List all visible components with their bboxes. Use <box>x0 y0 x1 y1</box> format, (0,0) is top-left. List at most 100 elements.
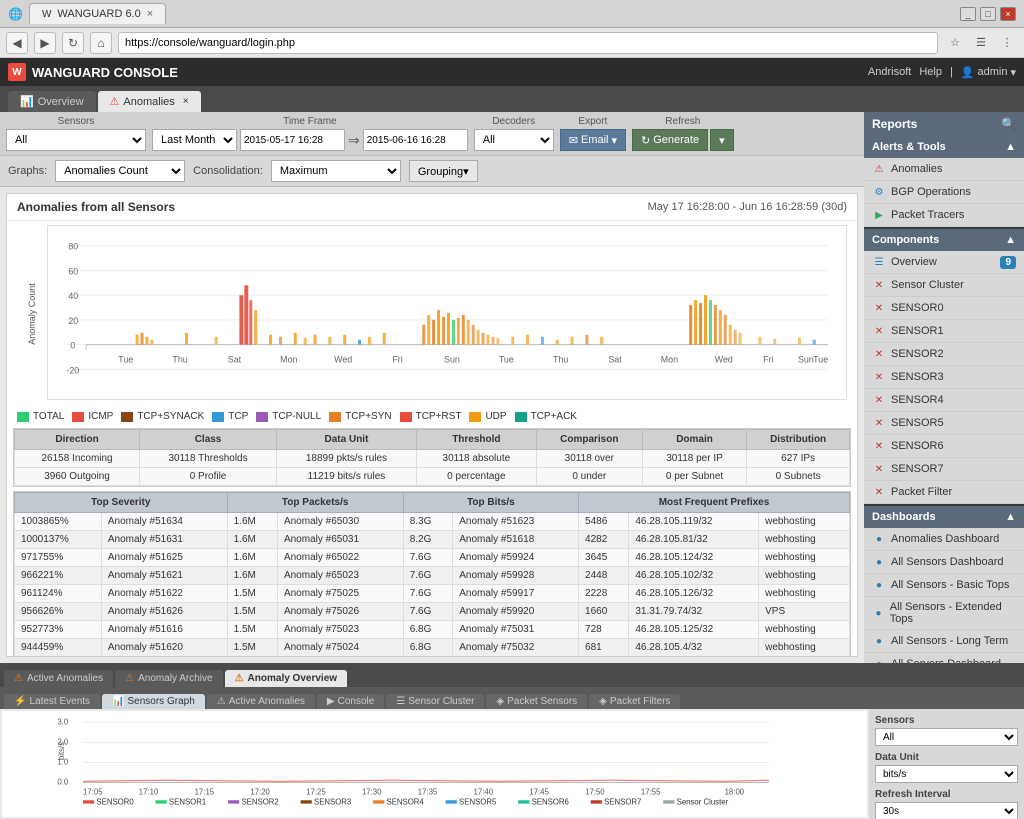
minimize-button[interactable]: _ <box>960 7 976 21</box>
subtab-packet-filters[interactable]: ◈ Packet Filters <box>589 694 680 709</box>
timeframe-label: Time Frame <box>152 116 468 127</box>
subtab-packet-sensors[interactable]: ◈ Packet Sensors <box>486 694 587 709</box>
sidebar-item-sensor3[interactable]: ✕ SENSOR3 <box>864 366 1024 389</box>
sidebar-item-bgp[interactable]: ⚙ BGP Operations <box>864 181 1024 204</box>
generate-dropdown-button[interactable]: ▾ <box>710 129 734 151</box>
legend-icmp-icon <box>72 412 84 422</box>
grouping-button[interactable]: Grouping▾ <box>409 160 478 182</box>
tab-anomaly-overview[interactable]: ⚠ Anomaly Overview <box>225 670 347 687</box>
browser-tab[interactable]: W WANGUARD 6.0 × <box>29 3 166 24</box>
anomalies-tab-close[interactable]: × <box>183 96 189 107</box>
col-comparison: Comparison <box>536 430 642 450</box>
sidebar-item-sensor4[interactable]: ✕ SENSOR4 <box>864 389 1024 412</box>
subtab-sensor-cluster[interactable]: ☰ Sensor Cluster <box>386 694 484 709</box>
dashboards-section: Dashboards ▲ ● Anomalies Dashboard ● All… <box>864 506 1024 663</box>
data-unit-row: Data Unit bits/s <box>875 752 1018 783</box>
sidebar-item-overview[interactable]: ☰ Overview 9 <box>864 251 1024 274</box>
sidebar-item-long-term[interactable]: ● All Sensors - Long Term <box>864 630 1024 653</box>
date-arrow: ⇒ <box>348 132 360 149</box>
svg-text:Mon: Mon <box>280 354 297 364</box>
data-table: Top Severity Top Packets/s Top Bits/s Mo… <box>13 491 851 657</box>
alerts-content: ⚠ Anomalies ⚙ BGP Operations ▶ Packet Tr… <box>864 158 1024 227</box>
export-button[interactable]: ✉ Email ▾ <box>560 129 626 151</box>
sidebar-item-basic-tops[interactable]: ● All Sensors - Basic Tops <box>864 574 1024 597</box>
decoders-select[interactable]: All <box>474 129 554 151</box>
svg-text:3.0: 3.0 <box>57 717 69 726</box>
sidebar-item-anomalies[interactable]: ⚠ Anomalies <box>864 158 1024 181</box>
subtab-active-anomalies[interactable]: ⚠ Active Anomalies <box>207 694 315 709</box>
overview-icon: ☰ <box>872 255 886 269</box>
sidebar-item-all-sensors-dash[interactable]: ● All Sensors Dashboard <box>864 551 1024 574</box>
chart-title: Anomalies from all Sensors <box>17 200 175 214</box>
reports-search-icon[interactable]: 🔍 <box>1001 117 1016 131</box>
bottom-data-unit-select[interactable]: bits/s <box>875 765 1018 783</box>
col-domain: Domain <box>642 430 746 450</box>
back-button[interactable]: ◀ <box>6 32 28 54</box>
components-header[interactable]: Components ▲ <box>864 229 1024 251</box>
more-icon[interactable]: ⋮ <box>996 32 1018 54</box>
tab-active-anomalies[interactable]: ⚠ Active Anomalies <box>4 670 113 687</box>
subtab-sensors-graph[interactable]: 📊 Sensors Graph <box>102 694 205 709</box>
svg-text:17:35: 17:35 <box>418 788 438 797</box>
home-button[interactable]: ⌂ <box>90 32 112 54</box>
app-logo: W WANGUARD CONSOLE <box>8 63 178 81</box>
tab-overview[interactable]: 📊 Overview <box>8 91 96 112</box>
table-row: 944459%Anomaly #516201.5MAnomaly #750246… <box>15 639 850 657</box>
sensors-group: Sensors All <box>6 116 146 151</box>
sidebar-item-packet-filter[interactable]: ✕ Packet Filter <box>864 481 1024 504</box>
legend-udp-icon <box>469 412 481 422</box>
sidebar-item-sensor7[interactable]: ✕ SENSOR7 <box>864 458 1024 481</box>
chart-body: Anomaly Count <box>17 225 847 403</box>
forward-button[interactable]: ▶ <box>34 32 56 54</box>
sidebar-item-anomalies-dash[interactable]: ● Anomalies Dashboard <box>864 528 1024 551</box>
date-from-input[interactable] <box>240 129 345 151</box>
tab-anomalies[interactable]: ⚠ Anomalies × <box>98 91 201 112</box>
subtab-console[interactable]: ▶ Console <box>317 694 384 709</box>
sidebar-item-servers-dash[interactable]: ● All Servers Dashboard <box>864 653 1024 663</box>
address-bar[interactable] <box>118 32 938 54</box>
svg-text:SENSOR3: SENSOR3 <box>314 798 351 807</box>
table-row: 966221%Anomaly #516211.6MAnomaly #650237… <box>15 567 850 585</box>
sidebar-item-sensor6[interactable]: ✕ SENSOR6 <box>864 435 1024 458</box>
sidebar-item-extended-tops[interactable]: ● All Sensors - Extended Tops <box>864 597 1024 630</box>
timeframe-select[interactable]: Last Month <box>152 129 237 151</box>
refresh-nav-button[interactable]: ↻ <box>62 32 84 54</box>
svg-text:17:45: 17:45 <box>529 788 549 797</box>
bottom-refresh-select[interactable]: 30s <box>875 802 1018 819</box>
consolidation-select[interactable]: Maximum <box>271 160 401 182</box>
packet-sensors-icon: ◈ <box>496 696 504 707</box>
svg-text:17:55: 17:55 <box>641 788 661 797</box>
generate-button[interactable]: ↻ Generate <box>632 129 708 151</box>
sidebar-item-sensor1[interactable]: ✕ SENSOR1 <box>864 320 1024 343</box>
bookmark-icon[interactable]: ☆ <box>944 32 966 54</box>
topbar-right: Andrisoft Help | 👤 admin ▾ <box>868 66 1016 79</box>
subtab-latest-events[interactable]: ⚡ Latest Events <box>4 694 100 709</box>
menu-icon[interactable]: ☰ <box>970 32 992 54</box>
svg-text:Sun: Sun <box>444 354 460 364</box>
sidebar-item-sensor5[interactable]: ✕ SENSOR5 <box>864 412 1024 435</box>
sensors-select[interactable]: All <box>6 129 146 151</box>
bottom-sensors-select[interactable]: All <box>875 728 1018 746</box>
maximize-button[interactable]: □ <box>980 7 996 21</box>
graphs-type-select[interactable]: Anomalies Count <box>55 160 185 182</box>
alerts-header[interactable]: Alerts & Tools ▲ <box>864 136 1024 158</box>
sensors-graph-icon: 📊 <box>112 696 124 707</box>
stats-row-1: 26158 Incoming 30118 Thresholds 18899 pk… <box>15 450 850 468</box>
admin-button[interactable]: 👤 admin ▾ <box>961 66 1016 79</box>
alerts-collapse-icon: ▲ <box>1005 141 1016 153</box>
sidebar-item-sensor0[interactable]: ✕ SENSOR0 <box>864 297 1024 320</box>
tab-close-icon[interactable]: × <box>147 8 153 20</box>
svg-text:17:50: 17:50 <box>585 788 605 797</box>
sidebar-item-sensor-cluster[interactable]: ✕ Sensor Cluster <box>864 274 1024 297</box>
sidebar-item-tracers[interactable]: ▶ Packet Tracers <box>864 204 1024 227</box>
packet-filter-icon: ✕ <box>872 485 886 499</box>
legend-tcp-icon <box>212 412 224 422</box>
dashboards-header[interactable]: Dashboards ▲ <box>864 506 1024 528</box>
date-to-input[interactable] <box>363 129 468 151</box>
close-button[interactable]: × <box>1000 7 1016 21</box>
sensors-label: Sensors <box>6 116 146 127</box>
sidebar-item-sensor2[interactable]: ✕ SENSOR2 <box>864 343 1024 366</box>
chart-svg-wrapper: 80 60 40 20 0 -20 <box>47 225 847 403</box>
help-button[interactable]: Help <box>919 66 942 78</box>
tab-anomaly-archive[interactable]: ⚠ Anomaly Archive <box>115 670 222 687</box>
